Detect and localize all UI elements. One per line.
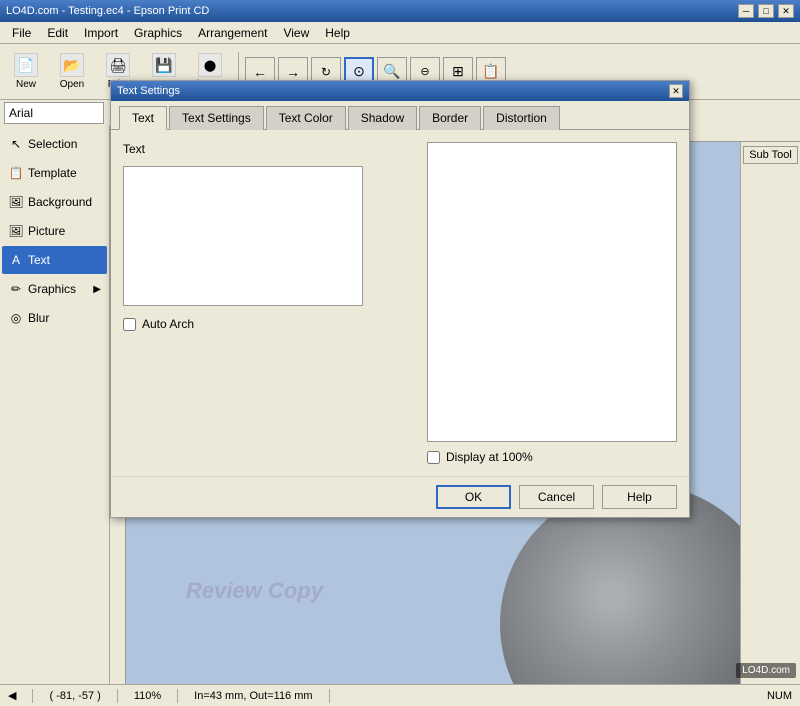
sidebar-item-background[interactable]: 🖼 Background (2, 188, 107, 216)
open-button[interactable]: 📂 Open (50, 50, 94, 94)
template-icon: 📋 (8, 165, 24, 181)
tab-text-settings[interactable]: Text Settings (169, 106, 264, 130)
save-icon: 💾 (152, 53, 176, 77)
display-100-row: Display at 100% (427, 450, 677, 464)
menu-view[interactable]: View (275, 24, 317, 42)
ok-button[interactable]: OK (436, 485, 511, 509)
title-bar: LO4D.com - Testing.ec4 - Epson Print CD … (0, 0, 800, 22)
menu-help[interactable]: Help (317, 24, 358, 42)
tab-shadow[interactable]: Shadow (348, 106, 417, 130)
sub-tool-panel: Sub Tool (740, 142, 800, 684)
open-icon: 📂 (60, 53, 84, 77)
watermark-text: LO4D.com (742, 665, 790, 676)
text-input[interactable] (123, 166, 363, 306)
watermark: LO4D.com (736, 663, 796, 678)
sidebar-item-graphics[interactable]: ✏ Graphics ▶ (2, 275, 107, 303)
menu-edit[interactable]: Edit (39, 24, 76, 42)
sub-tool-header: Sub Tool (743, 146, 798, 164)
text-label: Text (123, 142, 415, 156)
dialog-close-btn[interactable]: ✕ (669, 84, 683, 98)
auto-arch-row: Auto Arch (123, 317, 415, 331)
sidebar-item-picture[interactable]: 🖼 Picture (2, 217, 107, 245)
font-name-input[interactable] (4, 102, 104, 124)
status-sep-2 (117, 689, 118, 703)
tab-distortion[interactable]: Distortion (483, 106, 560, 130)
sidebar-item-selection[interactable]: ↖ Selection (2, 130, 107, 158)
print-icon: 🖨 (106, 53, 130, 77)
new-label: New (16, 79, 36, 90)
display-100-label: Display at 100% (446, 450, 533, 464)
new-button[interactable]: 📄 New (4, 50, 48, 94)
sidebar-item-template[interactable]: 📋 Template (2, 159, 107, 187)
menu-arrangement[interactable]: Arrangement (190, 24, 275, 42)
sidebar-item-background-label: Background (28, 195, 92, 209)
picture-icon: 🖼 (8, 223, 24, 239)
text-icon: A (8, 252, 24, 268)
sidebar-item-picture-label: Picture (28, 224, 65, 238)
dialog-title-bar: Text Settings ✕ (111, 81, 689, 101)
minimize-btn[interactable]: ─ (738, 4, 754, 18)
maximize-btn[interactable]: □ (758, 4, 774, 18)
sidebar-item-template-label: Template (28, 166, 77, 180)
graphics-icon: ✏ (8, 281, 24, 297)
scroll-left-btn[interactable]: ◀ (8, 689, 16, 702)
menu-bar: File Edit Import Graphics Arrangement Vi… (0, 22, 800, 44)
menu-import[interactable]: Import (76, 24, 126, 42)
tab-text[interactable]: Text (119, 106, 167, 130)
new-icon: 📄 (14, 53, 38, 77)
sidebar-item-selection-label: Selection (28, 137, 77, 151)
dialog-title: Text Settings (117, 85, 180, 97)
tab-border[interactable]: Border (419, 106, 481, 130)
sidebar-item-blur-label: Blur (28, 311, 49, 325)
dialog-footer: OK Cancel Help (111, 476, 689, 517)
window-controls: ─ □ ✕ (738, 4, 794, 18)
sidebar-item-text-label: Text (28, 253, 50, 267)
zoom-display: 110% (134, 690, 161, 702)
dialog-left-panel: Text Auto Arch (123, 142, 415, 464)
background-icon: 🖼 (8, 194, 24, 210)
graphics-arrow: ▶ (93, 284, 101, 295)
dimensions-display: In=43 mm, Out=116 mm (194, 690, 312, 702)
cancel-button[interactable]: Cancel (519, 485, 594, 509)
sidebar-item-blur[interactable]: ◎ Blur (2, 304, 107, 332)
status-sep-3 (177, 689, 178, 703)
review-copy-watermark: Review Copy (186, 578, 323, 604)
auto-arch-label: Auto Arch (142, 317, 194, 331)
close-btn[interactable]: ✕ (778, 4, 794, 18)
coords-display: ( -81, -57 ) (49, 690, 100, 702)
numlock-display: NUM (767, 690, 792, 702)
dialog-right-panel: Display at 100% (427, 142, 677, 464)
sidebar-item-text[interactable]: A Text (2, 246, 107, 274)
sidebar: ↖ Selection 📋 Template 🖼 Background 🖼 Pi… (0, 126, 110, 684)
dialog-tabs: Text Text Settings Text Color Shadow Bor… (111, 101, 689, 130)
blur-icon: ◎ (8, 310, 24, 326)
window-title: LO4D.com - Testing.ec4 - Epson Print CD (6, 5, 209, 17)
text-input-container (123, 166, 415, 309)
sidebar-item-graphics-label: Graphics (28, 282, 76, 296)
open-label: Open (60, 79, 84, 90)
menu-graphics[interactable]: Graphics (126, 24, 190, 42)
status-bar: ◀ ( -81, -57 ) 110% In=43 mm, Out=116 mm… (0, 684, 800, 706)
dialog-body: Text Auto Arch Display at 100% (111, 130, 689, 476)
status-sep-4 (329, 689, 330, 703)
tab-text-color[interactable]: Text Color (266, 106, 346, 130)
status-sep-1 (32, 689, 33, 703)
help-button[interactable]: Help (602, 485, 677, 509)
display-100-checkbox[interactable] (427, 451, 440, 464)
menu-file[interactable]: File (4, 24, 39, 42)
dialog-text-settings: Text Settings ✕ Text Text Settings Text … (110, 80, 690, 518)
selection-icon: ↖ (8, 136, 24, 152)
text-preview-area (427, 142, 677, 442)
auto-arch-checkbox[interactable] (123, 318, 136, 331)
diameter-icon: ⬤ (198, 53, 222, 77)
